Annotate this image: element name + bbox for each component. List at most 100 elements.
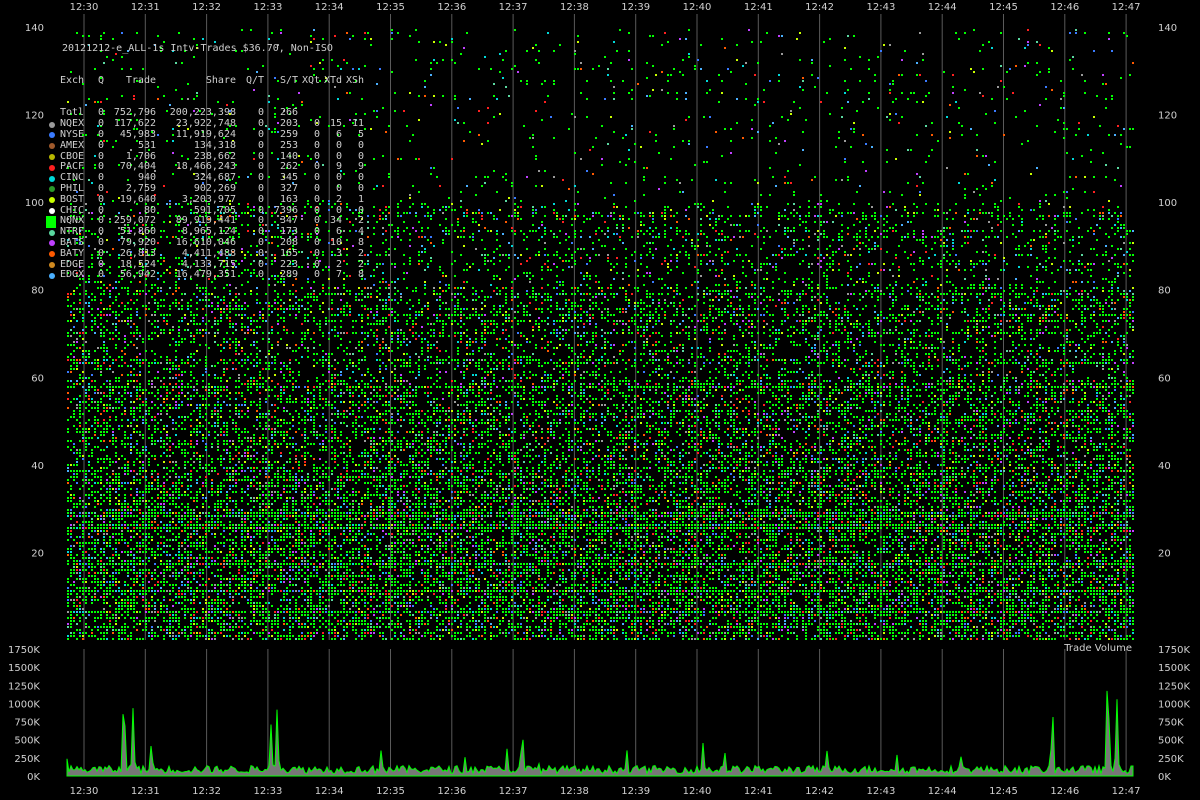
- trade-dot: [877, 221, 879, 223]
- trade-dot: [721, 254, 723, 256]
- trade-dot: [556, 305, 558, 307]
- trade-dot: [802, 221, 804, 223]
- trade-dot: [706, 293, 708, 295]
- trade-dot: [169, 308, 171, 310]
- trade-dot: [388, 224, 390, 226]
- trade-dot: [871, 329, 873, 331]
- trade-dot: [364, 287, 366, 289]
- trade-dot: [694, 245, 696, 247]
- trade-dot: [742, 311, 744, 313]
- trade-dot: [502, 314, 504, 316]
- trade-dot: [463, 236, 465, 238]
- trade-dot: [559, 284, 561, 286]
- trade-dot: [571, 287, 573, 289]
- trade-dot: [1039, 236, 1041, 238]
- trade-dot: [721, 155, 723, 157]
- trade-dot: [751, 245, 753, 247]
- trade-dot: [634, 320, 636, 322]
- trade-dot: [1072, 68, 1074, 70]
- trade-dot: [208, 332, 210, 334]
- trade-dot: [484, 323, 486, 325]
- trade-dot: [181, 299, 183, 301]
- trade-dot: [919, 176, 921, 178]
- trade-dot: [595, 254, 597, 256]
- trade-dot: [403, 221, 405, 223]
- trade-dot: [775, 269, 777, 271]
- trade-dot: [1039, 308, 1041, 310]
- trade-dot: [808, 245, 810, 247]
- trade-dot: [766, 206, 768, 208]
- trade-dot: [1123, 254, 1125, 256]
- trade-dot: [1072, 56, 1074, 58]
- trade-dot: [733, 275, 735, 277]
- trade-dot: [496, 230, 498, 232]
- trade-dot: [856, 326, 858, 328]
- trade-dot: [613, 41, 615, 43]
- trade-dot: [661, 71, 663, 73]
- trade-dot: [82, 329, 84, 331]
- trade-dot: [601, 245, 603, 247]
- trade-dot: [688, 332, 690, 334]
- trade-dot: [757, 308, 759, 310]
- trade-dot: [424, 215, 426, 217]
- trade-dot: [745, 293, 747, 295]
- trade-dot: [520, 200, 522, 202]
- trade-dot: [1102, 206, 1104, 208]
- trade-dot: [376, 254, 378, 256]
- trade-dot: [745, 83, 747, 85]
- trade-dot: [1063, 107, 1065, 109]
- trade-dot: [1057, 230, 1059, 232]
- trade-dot: [697, 254, 699, 256]
- trade-dot: [1078, 293, 1080, 295]
- trade-dot: [514, 296, 516, 298]
- trade-dot: [133, 323, 135, 325]
- trade-dot: [730, 215, 732, 217]
- trade-dot: [1075, 305, 1077, 307]
- trade-dot: [760, 302, 762, 304]
- trade-dot: [613, 218, 615, 220]
- trade-dot: [799, 314, 801, 316]
- trade-dot: [592, 248, 594, 250]
- trade-dot: [706, 92, 708, 94]
- trade-dot: [955, 254, 957, 256]
- trade-dot: [802, 314, 804, 316]
- trade-dot: [370, 275, 372, 277]
- trade-dot: [937, 263, 939, 265]
- trade-dot: [757, 98, 759, 100]
- trade-dot: [1015, 320, 1017, 322]
- trade-dot: [820, 314, 822, 316]
- trade-dot: [100, 293, 102, 295]
- trade-dot: [628, 227, 630, 229]
- trade-dot: [715, 179, 717, 181]
- trade-dot: [970, 218, 972, 220]
- trade-dot: [91, 329, 93, 331]
- trade-dot: [637, 329, 639, 331]
- trade-dot: [700, 314, 702, 316]
- trade-dot: [268, 308, 270, 310]
- trade-dot: [703, 296, 705, 298]
- trade-dot: [151, 296, 153, 298]
- trade-dot: [889, 308, 891, 310]
- trade-dot: [385, 251, 387, 253]
- trade-dot: [913, 215, 915, 217]
- trade-dot: [697, 206, 699, 208]
- trade-dot: [232, 332, 234, 334]
- trade-dot: [454, 308, 456, 310]
- trade-dot: [826, 302, 828, 304]
- trade-dot: [433, 290, 435, 292]
- trade-dot: [421, 308, 423, 310]
- trade-dot: [388, 176, 390, 178]
- trade-dot: [667, 74, 669, 76]
- trade-dot: [862, 308, 864, 310]
- trade-dot: [1120, 212, 1122, 214]
- trade-dot: [562, 281, 564, 283]
- trade-dot: [934, 215, 936, 217]
- trade-dot: [235, 329, 237, 331]
- trade-dot: [1045, 308, 1047, 310]
- trade-dot: [904, 305, 906, 307]
- trade-dot: [79, 293, 81, 295]
- trade-dot: [544, 227, 546, 229]
- trade-dot: [418, 119, 420, 121]
- trade-dot: [829, 263, 831, 265]
- trade-dot: [583, 248, 585, 250]
